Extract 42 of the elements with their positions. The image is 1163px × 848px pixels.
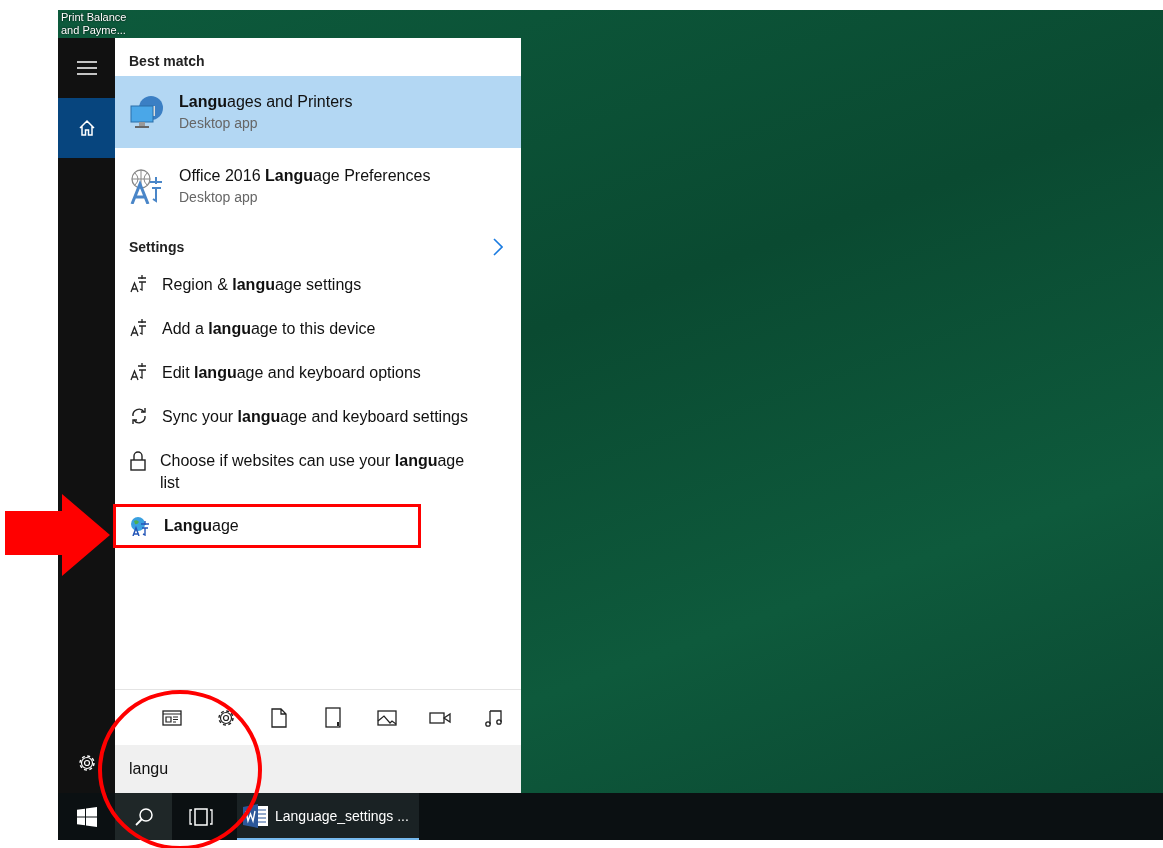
word-document-icon — [243, 803, 269, 828]
language-icon — [129, 168, 165, 204]
section-heading: Settings — [128, 238, 186, 257]
setting-result[interactable]: Add a language to this device — [113, 306, 391, 351]
home-button[interactable] — [58, 98, 115, 158]
taskbar-app[interactable]: Language_settings ... — [237, 793, 419, 840]
app-result[interactable]: Office 2016 Language Preferences Desktop app — [115, 150, 521, 222]
video-camera-icon[interactable] — [429, 710, 452, 725]
menu-icon — [76, 61, 97, 75]
app-name: Languages and Printers — [179, 93, 353, 111]
setting-result[interactable]: Choose if websites can use your language list — [113, 438, 490, 505]
home-icon — [77, 119, 96, 137]
desktop-icon-label[interactable]: Print Balance and Payme... — [58, 11, 141, 38]
setting-result[interactable]: Region & language settings — [113, 262, 377, 307]
monitor-globe-icon — [129, 94, 165, 130]
task-view-icon — [187, 807, 214, 826]
setting-result[interactable]: Language — [113, 504, 421, 548]
photo-icon[interactable] — [376, 709, 397, 726]
document-icon[interactable] — [271, 707, 288, 728]
language-icon — [130, 363, 148, 381]
setting-result[interactable]: Sync your language and keyboard settings — [113, 394, 483, 439]
chevron-right-icon[interactable] — [493, 238, 503, 256]
language-icon — [130, 319, 148, 337]
app-name: Office 2016 Language Preferences — [179, 167, 431, 185]
section-heading: Best match — [128, 52, 206, 71]
settings-icon[interactable] — [215, 707, 236, 728]
tablet-icon[interactable] — [325, 707, 341, 728]
globe-language-icon — [130, 516, 150, 536]
windows-logo-icon — [76, 806, 97, 827]
language-icon — [130, 275, 148, 293]
setting-result[interactable]: Edit language and keyboard options — [113, 350, 436, 395]
lock-icon — [130, 451, 146, 471]
app-type: Desktop app — [179, 189, 259, 205]
settings-icon — [76, 753, 97, 773]
search-icon — [133, 806, 154, 827]
app-result[interactable]: Languages and Printers Desktop app — [115, 76, 521, 148]
app-type: Desktop app — [179, 115, 259, 131]
search-button[interactable] — [115, 793, 172, 840]
apps-filter-icon[interactable] — [161, 709, 182, 726]
sync-icon — [130, 407, 148, 425]
search-field[interactable]: langu — [115, 745, 521, 793]
music-icon[interactable] — [484, 707, 505, 728]
